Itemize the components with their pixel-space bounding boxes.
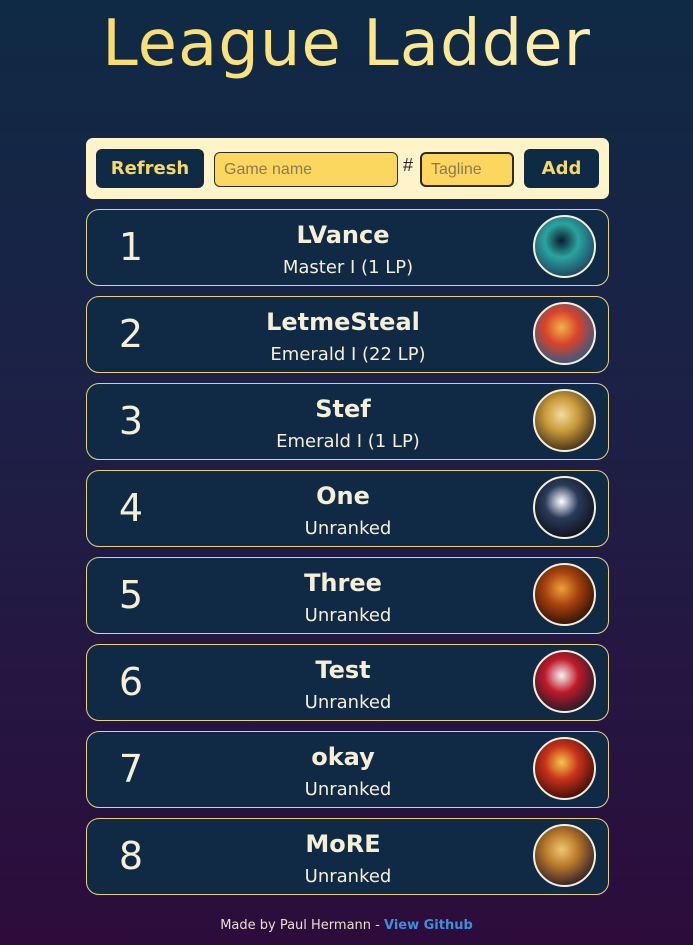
champion-icon-red-eye	[533, 650, 596, 713]
player-tier: Emerald I (1 LP)	[276, 431, 420, 452]
player-name: okay	[311, 743, 375, 771]
player-name: MoRE	[305, 830, 381, 858]
ladder-row: 6 Test Unranked	[86, 644, 609, 721]
ladder-row: 1 LVance Master I (1 LP)	[86, 209, 609, 286]
player-name: Three	[304, 569, 382, 597]
footer: Made by Paul Hermann - View Github	[0, 918, 693, 933]
ladder-row: 2 LetmeSteal Emerald I (22 LP)	[86, 296, 609, 373]
champion-icon-flame-dragon	[533, 737, 596, 800]
add-button[interactable]: Add	[524, 149, 599, 188]
ladder-list: 1 LVance Master I (1 LP) 2 LetmeSteal Emerald…	[86, 209, 609, 905]
player-tier: Unranked	[304, 692, 392, 713]
champion-icon-golden-knight	[533, 389, 596, 452]
champions-emblem-icon	[533, 476, 596, 539]
add-player-panel: Refresh # Add	[86, 138, 609, 199]
champion-icon-fire-beast	[533, 563, 596, 626]
player-rank: 3	[118, 399, 144, 443]
player-name: LetmeSteal	[266, 308, 420, 336]
player-tier: Unranked	[304, 518, 392, 539]
ladder-row: 7 okay Unranked	[86, 731, 609, 808]
player-name: LVance	[296, 221, 390, 249]
player-tier: Master I (1 LP)	[282, 257, 414, 278]
player-rank: 2	[118, 312, 144, 356]
game-name-input[interactable]	[214, 152, 398, 187]
github-link[interactable]: View Github	[384, 918, 473, 933]
player-tier: Emerald I (22 LP)	[270, 344, 426, 365]
champion-icon-golden-fist	[533, 824, 596, 887]
player-tier: Unranked	[304, 866, 392, 887]
champion-icon-red-bird	[533, 302, 596, 365]
hash-separator: #	[403, 155, 414, 175]
player-tier: Unranked	[304, 605, 392, 626]
player-rank: 6	[118, 660, 144, 704]
player-rank: 7	[118, 747, 144, 791]
player-name: Test	[315, 656, 371, 684]
player-rank: 1	[118, 225, 144, 269]
ladder-row: 5 Three Unranked	[86, 557, 609, 634]
player-tier: Unranked	[304, 779, 392, 800]
player-rank: 5	[118, 573, 144, 617]
player-rank: 8	[118, 834, 144, 878]
page-title: League Ladder	[0, 4, 693, 84]
ladder-row: 8 MoRE Unranked	[86, 818, 609, 895]
tagline-input[interactable]	[420, 152, 514, 187]
ladder-row: 4 One Unranked	[86, 470, 609, 547]
player-name: One	[316, 482, 370, 510]
champion-icon-hooded-mage	[533, 215, 596, 278]
player-rank: 4	[118, 486, 144, 530]
ladder-row: 3 Stef Emerald I (1 LP)	[86, 383, 609, 460]
player-name: Stef	[315, 395, 371, 423]
footer-credit: Made by Paul Hermann -	[220, 918, 384, 933]
refresh-button[interactable]: Refresh	[96, 149, 204, 188]
